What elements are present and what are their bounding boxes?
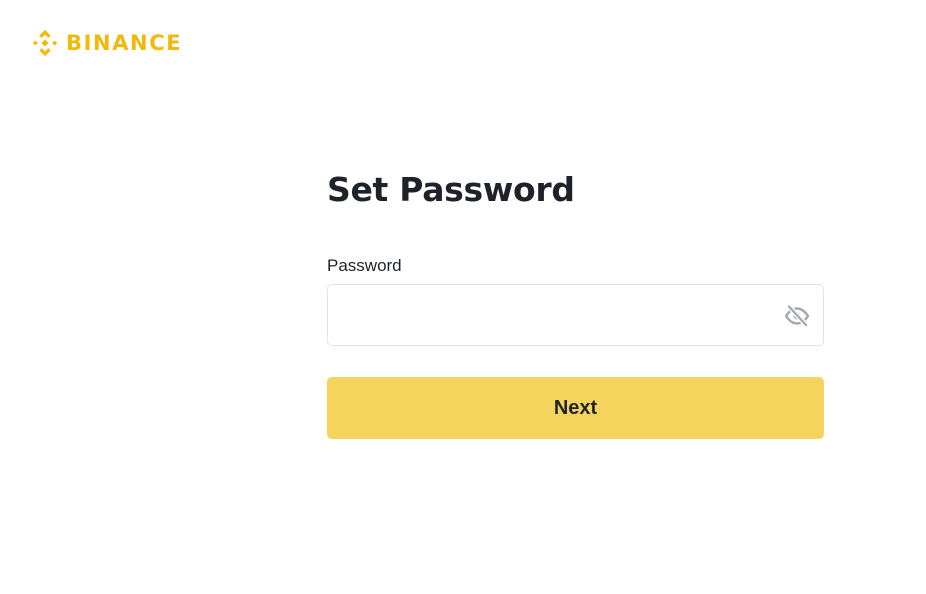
password-input[interactable] (328, 285, 768, 345)
password-visibility-toggle[interactable] (783, 302, 811, 330)
password-field-container (327, 284, 824, 346)
next-button[interactable]: Next (327, 377, 824, 439)
brand-name: BINANCE (66, 30, 183, 55)
set-password-page: BINANCE Set Password Password Next (0, 0, 926, 594)
binance-diamond-icon (32, 29, 58, 57)
page-title: Set Password (327, 170, 575, 209)
set-password-form: Set Password Password Next (327, 168, 824, 439)
password-label: Password (327, 256, 402, 275)
eye-slash-icon (784, 304, 810, 328)
binance-logo[interactable]: BINANCE (30, 27, 182, 59)
